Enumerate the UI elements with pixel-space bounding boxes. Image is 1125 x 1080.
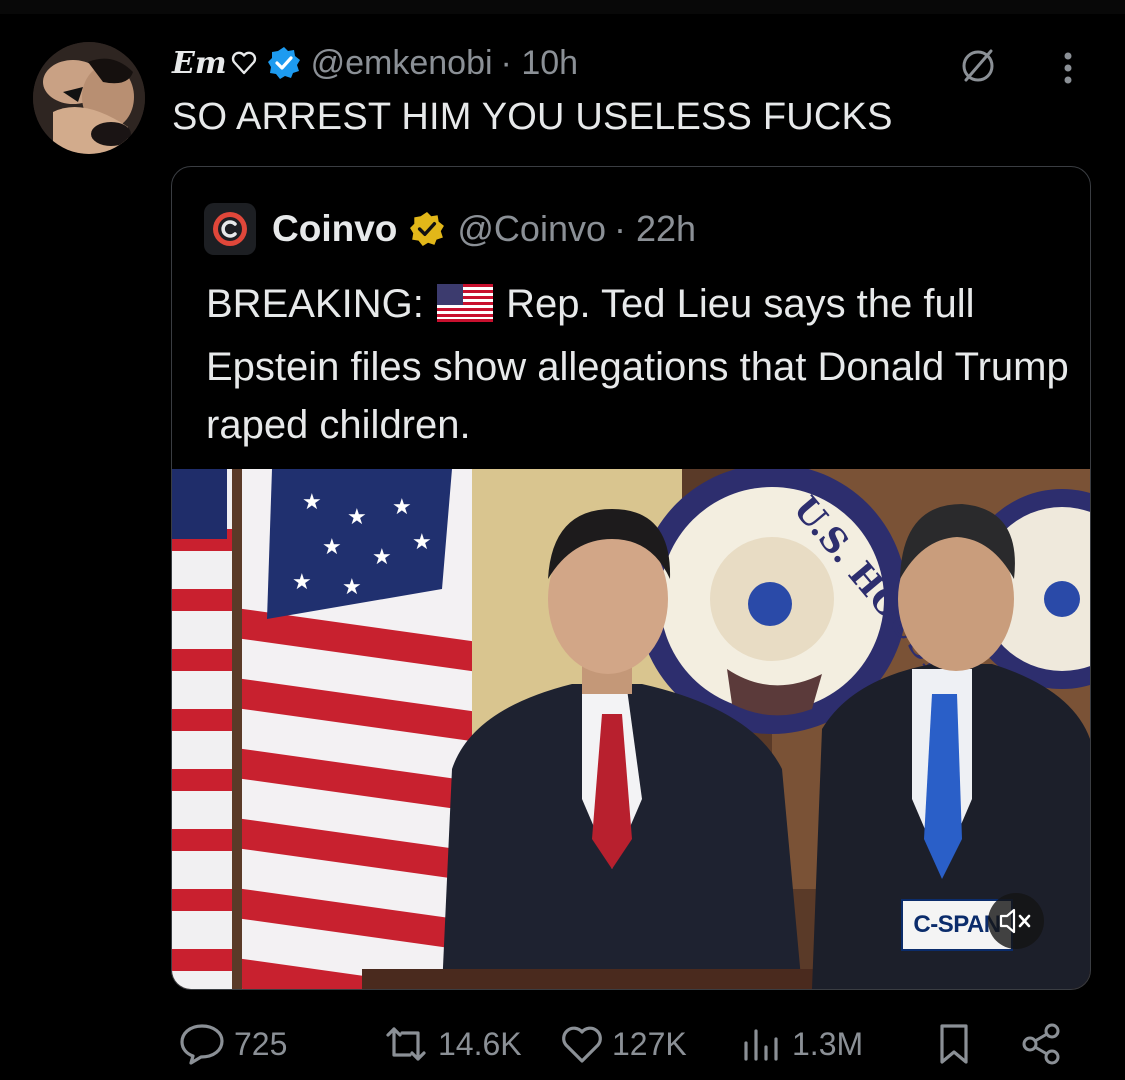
tweet-header: Em @emkenobi · 10h (172, 40, 578, 86)
author-avatar[interactable] (33, 42, 145, 154)
more-icon[interactable] (1060, 48, 1076, 93)
reply-count: 725 (234, 1025, 288, 1062)
like-count: 127K (612, 1025, 687, 1062)
repost-button[interactable]: 14.6K (380, 1014, 522, 1074)
tweet-time[interactable]: · 10h (501, 44, 579, 83)
svg-text:★: ★ (342, 575, 362, 600)
repost-icon (386, 1027, 426, 1061)
svg-text:★: ★ (292, 570, 312, 595)
bookmark-icon (940, 1024, 968, 1064)
svg-text:★: ★ (412, 530, 432, 555)
share-button[interactable] (1020, 1014, 1064, 1074)
tweet-text: SO ARREST HIM YOU USELESS FUCKS (172, 96, 893, 138)
gold-verified-icon (409, 211, 445, 247)
tweet-action-bar: 725 14.6K 127K 1.3M (172, 1014, 1072, 1074)
svg-text:★: ★ (347, 505, 367, 530)
verified-badge-icon (267, 46, 301, 80)
quoted-tweet-card[interactable]: Coinvo @Coinvo · 22h BREAKING: Rep. Ted … (171, 166, 1091, 990)
views-button[interactable]: 1.3M (738, 1014, 863, 1074)
bookmark-button[interactable] (934, 1014, 974, 1074)
quoted-tweet-header: Coinvo @Coinvo · 22h (204, 203, 696, 255)
quoted-tweet-text: BREAKING: Rep. Ted Lieu says the full Ep… (206, 275, 1076, 454)
breaking-label: BREAKING: (206, 282, 424, 326)
top-edge (0, 0, 1125, 14)
views-icon (744, 1029, 778, 1061)
coinvo-logo-icon[interactable] (204, 203, 256, 255)
quoted-author-name[interactable]: Coinvo (272, 208, 397, 250)
author-display-name[interactable]: Em (172, 46, 227, 81)
svg-text:★: ★ (372, 545, 392, 570)
video-media[interactable]: ★ ★ ★ ★ ★ ★ ★ ★ U.S. HOUSE C-SPAN (172, 469, 1090, 989)
mute-icon[interactable] (988, 893, 1044, 949)
grok-icon[interactable] (958, 46, 998, 91)
share-icon (1022, 1023, 1060, 1065)
like-button[interactable]: 127K (558, 1014, 687, 1074)
heart-outline-icon (231, 51, 257, 75)
repost-count: 14.6K (438, 1025, 522, 1062)
us-flag-icon (436, 280, 493, 338)
svg-text:★: ★ (302, 490, 322, 515)
reply-icon (180, 1024, 224, 1065)
svg-text:★: ★ (322, 535, 342, 560)
author-handle[interactable]: @emkenobi (311, 44, 493, 83)
quoted-tweet-time[interactable]: · 22h (614, 208, 696, 250)
svg-text:★: ★ (392, 495, 412, 520)
like-icon (562, 1026, 602, 1063)
reply-button[interactable]: 725 (176, 1014, 287, 1074)
quoted-author-handle[interactable]: @Coinvo (457, 208, 606, 250)
view-count: 1.3M (792, 1025, 864, 1062)
